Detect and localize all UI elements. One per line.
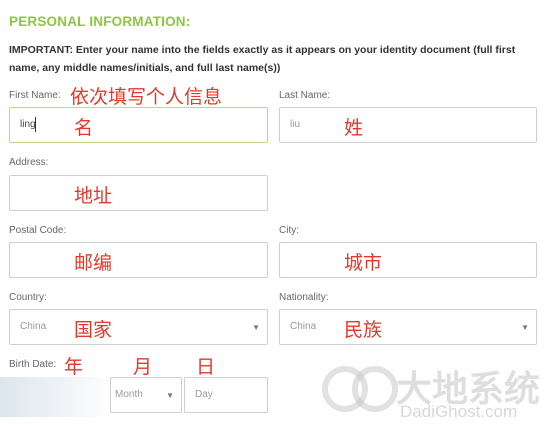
city-input[interactable]: 城市 bbox=[279, 242, 537, 278]
address-input[interactable]: 地址 bbox=[9, 175, 268, 211]
watermark: 大地系统 DadiGhost.com bbox=[320, 358, 550, 424]
address-label: Address: bbox=[9, 157, 49, 168]
chevron-down-icon: ▼ bbox=[166, 391, 174, 400]
nationality-select[interactable]: China 民族 ▼ bbox=[279, 309, 537, 345]
annotation-year: 年 bbox=[64, 356, 84, 378]
annotation-city: 城市 bbox=[344, 252, 383, 274]
country-label: Country: bbox=[9, 292, 47, 303]
annotation-nationality: 民族 bbox=[344, 319, 383, 341]
text-caret bbox=[35, 117, 36, 132]
annotation-name-instruction: 依次填写个人信息 bbox=[70, 86, 223, 108]
nationality-selected-value: China bbox=[290, 321, 317, 332]
annotation-month: 月 bbox=[133, 356, 153, 378]
last-name-value: liu bbox=[290, 119, 301, 130]
country-select[interactable]: China 国家 ▼ bbox=[9, 309, 268, 345]
birth-day-select[interactable]: Day bbox=[184, 377, 268, 413]
chevron-down-icon: ▼ bbox=[521, 323, 529, 332]
annotation-address: 地址 bbox=[74, 185, 113, 207]
important-note: IMPORTANT: Enter your name into the fiel… bbox=[9, 44, 516, 74]
last-name-label: Last Name: bbox=[279, 90, 331, 101]
postal-code-input[interactable]: 邮编 bbox=[9, 242, 268, 278]
first-name-value: ling bbox=[20, 119, 36, 130]
country-selected-value: China bbox=[20, 321, 47, 332]
postal-code-label: Postal Code: bbox=[9, 225, 67, 236]
watermark-en-text: DadiGhost.com bbox=[400, 402, 518, 421]
birth-date-label: Birth Date: bbox=[9, 359, 57, 370]
year-select-blurred[interactable] bbox=[0, 377, 110, 417]
annotation-postal-code: 邮编 bbox=[74, 252, 113, 274]
nationality-label: Nationality: bbox=[279, 292, 329, 303]
birth-month-placeholder: Month bbox=[115, 389, 143, 400]
annotation-first-name: 名 bbox=[74, 117, 94, 139]
last-name-input[interactable]: liu 姓 bbox=[279, 107, 537, 143]
annotation-country: 国家 bbox=[74, 319, 113, 341]
birth-month-select[interactable]: Month ▼ bbox=[110, 377, 182, 413]
city-label: City: bbox=[279, 225, 299, 236]
annotation-day: 日 bbox=[196, 356, 216, 378]
birth-day-placeholder: Day bbox=[195, 389, 213, 400]
watermark-logo-circle-right bbox=[352, 366, 398, 412]
annotation-last-name: 姓 bbox=[344, 117, 364, 139]
section-title: PERSONAL INFORMATION: bbox=[9, 14, 191, 29]
first-name-label: First Name: bbox=[9, 90, 61, 101]
first-name-input[interactable]: ling 名 bbox=[9, 107, 268, 143]
chevron-down-icon: ▼ bbox=[252, 323, 260, 332]
